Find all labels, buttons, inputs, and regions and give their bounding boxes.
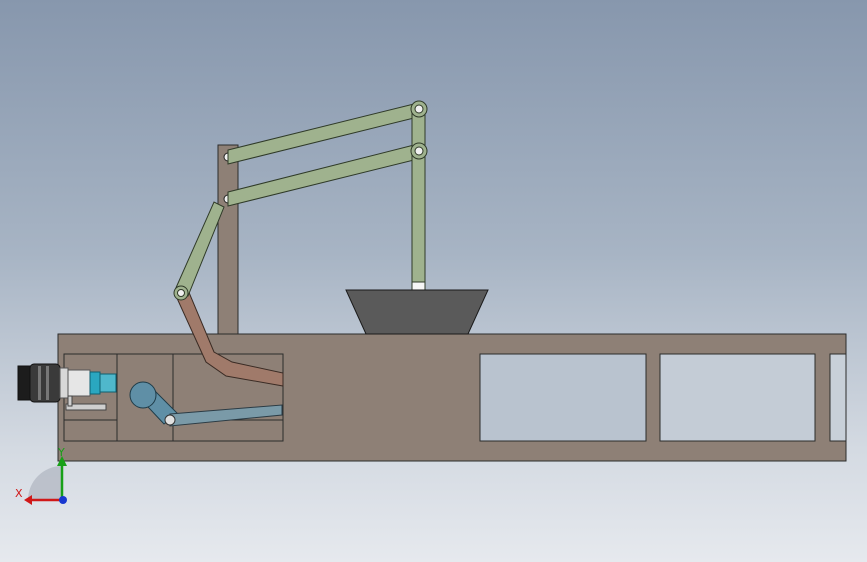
base-frame <box>57 333 847 462</box>
mechanism-drawing: Y X <box>15 100 847 505</box>
green-linkages <box>173 100 428 301</box>
cad-viewport[interactable]: Y X <box>0 0 867 562</box>
frame-end-slot <box>829 353 847 442</box>
triad-y-label: Y <box>57 446 65 459</box>
support-post <box>217 144 239 335</box>
triad-icon <box>24 456 67 505</box>
frame-window-2 <box>659 353 816 442</box>
hopper <box>345 289 489 335</box>
triad-x-label: X <box>15 487 23 500</box>
frame-window-1 <box>479 353 647 442</box>
